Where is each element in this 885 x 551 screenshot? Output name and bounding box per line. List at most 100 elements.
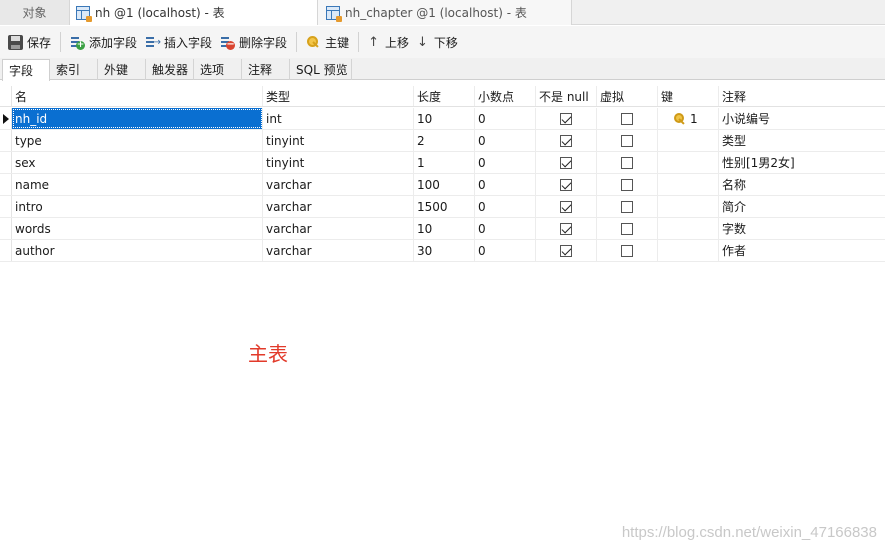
field-name-cell[interactable]: sex — [12, 152, 263, 173]
virtual-checkbox[interactable] — [621, 222, 633, 235]
tab-sql-preview[interactable]: SQL 预览 — [290, 59, 352, 80]
insert-field-button[interactable]: 插入字段 — [141, 30, 216, 54]
add-field-button[interactable]: 添加字段 — [66, 30, 141, 54]
field-type-cell[interactable]: tinyint — [263, 130, 414, 151]
not-null-checkbox[interactable] — [560, 200, 572, 213]
field-decimals-cell[interactable]: 0 — [475, 196, 536, 217]
not-null-cell — [536, 196, 597, 217]
field-decimals-cell[interactable]: 0 — [475, 240, 536, 261]
key-cell[interactable] — [658, 196, 719, 217]
field-length-cell[interactable]: 10 — [414, 218, 475, 239]
table-row[interactable]: name varchar 100 0 名称 — [0, 174, 885, 196]
row-indicator[interactable] — [0, 174, 12, 195]
not-null-checkbox[interactable] — [560, 222, 572, 235]
tab-fields[interactable]: 字段 — [2, 59, 50, 81]
delete-field-button[interactable]: 删除字段 — [216, 30, 291, 54]
field-name-cell[interactable]: author — [12, 240, 263, 261]
field-type-cell[interactable]: varchar — [263, 240, 414, 261]
col-name[interactable]: 名 — [12, 86, 263, 106]
virtual-checkbox[interactable] — [621, 200, 633, 213]
save-button[interactable]: 保存 — [4, 30, 55, 54]
virtual-checkbox[interactable] — [621, 112, 633, 125]
toolbar-separator — [60, 32, 62, 52]
table-row[interactable]: sex tinyint 1 0 性别[1男2女] — [0, 152, 885, 174]
tab-nh-chapter-table[interactable]: nh_chapter @1 (localhost) - 表 — [318, 0, 572, 25]
field-comment-cell[interactable]: 名称 — [719, 174, 885, 195]
field-comment-cell[interactable]: 字数 — [719, 218, 885, 239]
field-decimals-cell[interactable]: 0 — [475, 174, 536, 195]
delete-field-label: 删除字段 — [239, 35, 288, 50]
field-type-cell[interactable]: varchar — [263, 218, 414, 239]
field-name-cell[interactable]: name — [12, 174, 263, 195]
col-virtual[interactable]: 虚拟 — [597, 86, 658, 106]
tab-comment[interactable]: 注释 — [242, 59, 290, 80]
row-indicator[interactable] — [0, 196, 12, 217]
field-decimals-cell[interactable]: 0 — [475, 108, 536, 129]
key-cell[interactable] — [658, 240, 719, 261]
row-indicator[interactable] — [0, 108, 12, 129]
field-comment-cell[interactable]: 类型 — [719, 130, 885, 151]
virtual-checkbox[interactable] — [621, 134, 633, 147]
not-null-checkbox[interactable] — [560, 112, 572, 125]
row-indicator[interactable] — [0, 240, 12, 261]
virtual-checkbox[interactable] — [621, 178, 633, 191]
key-cell[interactable] — [658, 218, 719, 239]
key-cell[interactable] — [658, 152, 719, 173]
not-null-checkbox[interactable] — [560, 178, 572, 191]
col-comment[interactable]: 注释 — [719, 86, 885, 106]
field-name-cell[interactable]: nh_id — [12, 108, 263, 129]
field-length-cell[interactable]: 1 — [414, 152, 475, 173]
col-not-null[interactable]: 不是 null — [536, 86, 597, 106]
table-row[interactable]: words varchar 10 0 字数 — [0, 218, 885, 240]
not-null-checkbox[interactable] — [560, 156, 572, 169]
tab-objects[interactable]: 对象 — [0, 0, 70, 25]
tab-indexes[interactable]: 索引 — [50, 59, 98, 80]
tab-foreign-keys[interactable]: 外键 — [98, 59, 146, 80]
table-row[interactable]: intro varchar 1500 0 简介 — [0, 196, 885, 218]
row-indicator[interactable] — [0, 130, 12, 151]
field-name-cell[interactable]: type — [12, 130, 263, 151]
table-row[interactable]: type tinyint 2 0 类型 — [0, 130, 885, 152]
field-length-cell[interactable]: 30 — [414, 240, 475, 261]
field-name-cell[interactable]: words — [12, 218, 263, 239]
field-decimals-cell[interactable]: 0 — [475, 152, 536, 173]
primary-key-button[interactable]: 主键 — [302, 30, 353, 54]
table-row[interactable]: author varchar 30 0 作者 — [0, 240, 885, 262]
key-order: 1 — [690, 111, 698, 126]
col-length[interactable]: 长度 — [414, 86, 475, 106]
field-comment-cell[interactable]: 作者 — [719, 240, 885, 261]
field-comment-cell[interactable]: 简介 — [719, 196, 885, 217]
key-cell[interactable] — [658, 130, 719, 151]
tab-triggers[interactable]: 触发器 — [146, 59, 194, 80]
field-type-cell[interactable]: varchar — [263, 196, 414, 217]
row-indicator[interactable] — [0, 152, 12, 173]
field-type-cell[interactable]: int — [263, 108, 414, 129]
current-row-pointer-icon — [3, 113, 9, 124]
move-down-button[interactable]: ↓ 下移 — [413, 30, 462, 54]
field-length-cell[interactable]: 10 — [414, 108, 475, 129]
field-length-cell[interactable]: 100 — [414, 174, 475, 195]
field-type-cell[interactable]: varchar — [263, 174, 414, 195]
field-type-cell[interactable]: tinyint — [263, 152, 414, 173]
key-cell[interactable]: 1 — [658, 108, 719, 129]
key-cell[interactable] — [658, 174, 719, 195]
field-decimals-cell[interactable]: 0 — [475, 130, 536, 151]
field-comment-cell[interactable]: 性别[1男2女] — [719, 152, 885, 173]
col-type[interactable]: 类型 — [263, 86, 414, 106]
field-decimals-cell[interactable]: 0 — [475, 218, 536, 239]
col-key[interactable]: 键 — [658, 86, 719, 106]
tab-options[interactable]: 选项 — [194, 59, 242, 80]
not-null-checkbox[interactable] — [560, 134, 572, 147]
field-length-cell[interactable]: 1500 — [414, 196, 475, 217]
virtual-checkbox[interactable] — [621, 156, 633, 169]
virtual-checkbox[interactable] — [621, 244, 633, 257]
row-indicator[interactable] — [0, 218, 12, 239]
col-decimals[interactable]: 小数点 — [475, 86, 536, 106]
field-length-cell[interactable]: 2 — [414, 130, 475, 151]
field-comment-cell[interactable]: 小说编号 — [719, 108, 885, 129]
field-name-cell[interactable]: intro — [12, 196, 263, 217]
move-up-button[interactable]: ↑ 上移 — [364, 30, 413, 54]
table-row[interactable]: nh_id int 10 0 1 小说编号 — [0, 108, 885, 130]
not-null-checkbox[interactable] — [560, 244, 572, 257]
tab-nh-table[interactable]: nh @1 (localhost) - 表 — [70, 0, 318, 25]
